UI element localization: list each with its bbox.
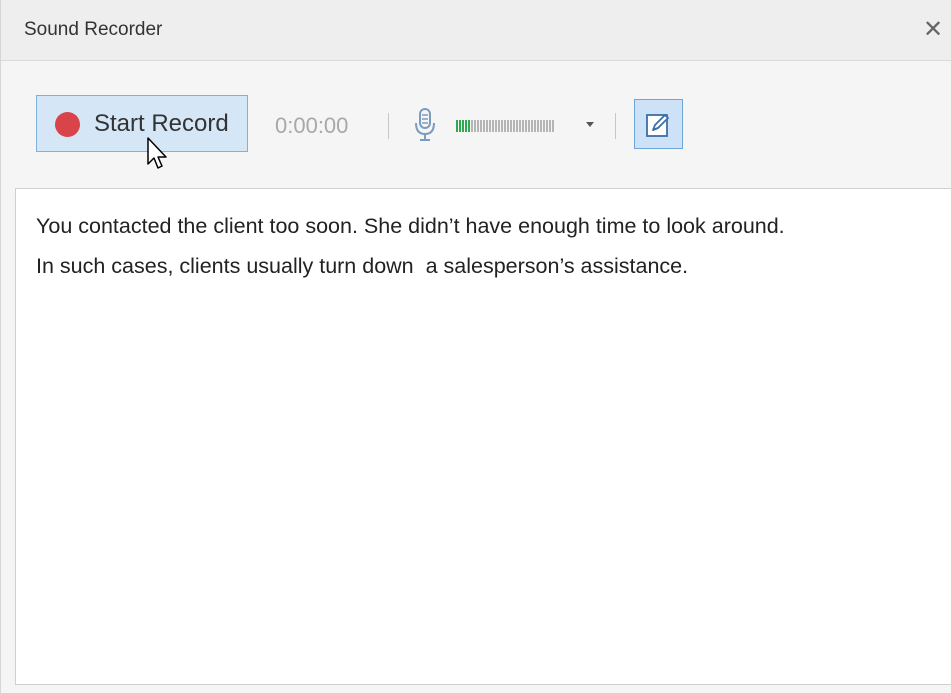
sound-recorder-window: Sound Recorder ✕ Start Record 0:00:00 Yo… bbox=[0, 0, 951, 693]
toolbar-separator bbox=[388, 113, 389, 139]
chevron-down-icon[interactable] bbox=[583, 116, 597, 132]
meter-bar bbox=[522, 120, 524, 132]
meter-bar bbox=[528, 120, 530, 132]
meter-bar bbox=[534, 120, 536, 132]
meter-bar bbox=[516, 120, 518, 132]
meter-bar bbox=[471, 120, 473, 132]
meter-bar bbox=[507, 120, 509, 132]
edit-icon bbox=[646, 114, 669, 137]
meter-bar bbox=[486, 120, 488, 132]
toolbar-separator bbox=[615, 113, 616, 139]
meter-bar bbox=[483, 120, 485, 132]
meter-bar bbox=[552, 120, 554, 132]
meter-bar bbox=[474, 120, 476, 132]
microphone-icon[interactable] bbox=[414, 108, 436, 142]
meter-bar bbox=[519, 120, 521, 132]
meter-bar bbox=[492, 120, 494, 132]
recording-timer: 0:00:00 bbox=[275, 113, 349, 138]
meter-bar bbox=[531, 120, 533, 132]
window-title: Sound Recorder bbox=[24, 19, 163, 40]
meter-bar bbox=[549, 120, 551, 132]
meter-bar bbox=[504, 120, 506, 132]
meter-bar bbox=[537, 120, 539, 132]
transcript-text-area[interactable]: You contacted the client too soon. She d… bbox=[15, 188, 951, 685]
start-record-label: Start Record bbox=[94, 110, 229, 137]
title-bar: Sound Recorder ✕ bbox=[1, 0, 951, 61]
close-button[interactable]: ✕ bbox=[921, 16, 945, 44]
meter-bar bbox=[525, 120, 527, 132]
meter-bar bbox=[546, 120, 548, 132]
record-dot-icon bbox=[55, 112, 80, 137]
transcript-line: In such cases, clients usually turn down… bbox=[36, 254, 689, 278]
meter-bar bbox=[456, 120, 458, 132]
meter-bar bbox=[540, 120, 542, 132]
meter-bar bbox=[543, 120, 545, 132]
meter-bar bbox=[498, 120, 500, 132]
meter-bar bbox=[465, 120, 467, 132]
start-record-button[interactable]: Start Record bbox=[36, 95, 248, 152]
meter-bar bbox=[468, 120, 470, 132]
meter-bar bbox=[489, 120, 491, 132]
meter-bar bbox=[480, 120, 482, 132]
meter-bar bbox=[462, 120, 464, 132]
transcript-line: You contacted the client too soon. She d… bbox=[36, 214, 785, 238]
meter-bar bbox=[510, 120, 512, 132]
meter-bar bbox=[495, 120, 497, 132]
mouse-cursor-icon bbox=[147, 137, 167, 169]
meter-bar bbox=[501, 120, 503, 132]
meter-bar bbox=[477, 120, 479, 132]
recorder-toolbar: Start Record 0:00:00 bbox=[1, 61, 951, 188]
meter-bar bbox=[513, 120, 515, 132]
edit-text-button[interactable] bbox=[634, 99, 683, 149]
input-level-meter bbox=[456, 120, 554, 132]
meter-bar bbox=[459, 120, 461, 132]
